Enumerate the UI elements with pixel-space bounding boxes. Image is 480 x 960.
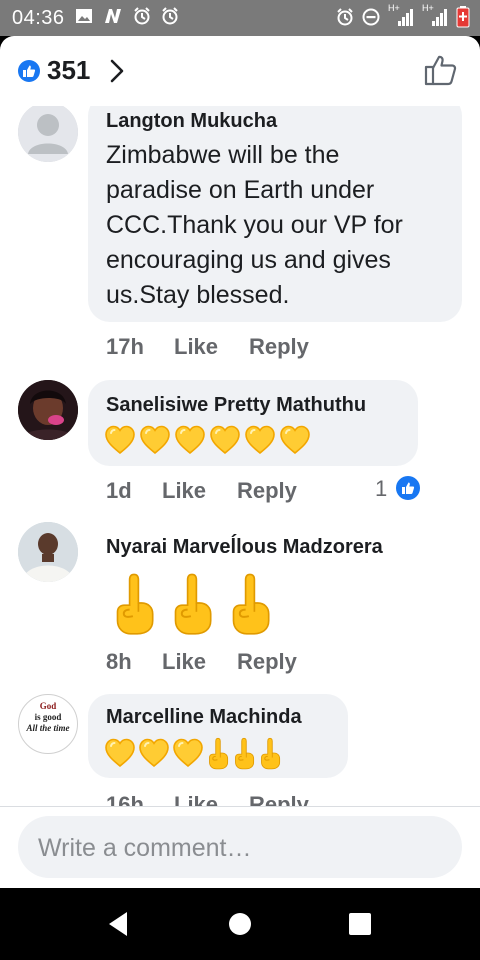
status-time: 04:36 [12,6,65,29]
like-button[interactable]: Like [162,649,206,675]
avatar[interactable]: God is good All the time [18,694,78,754]
system-nav-bar [0,888,480,960]
yellow-heart-icon [104,737,136,769]
yellow-heart-icon [104,424,136,456]
divider [0,806,480,807]
comment-text-line: encouraging us and gives [106,246,391,274]
index-pointing-up-icon [228,570,272,636]
n-app-icon [103,8,123,29]
battery-icon [456,6,470,33]
avatar-text-line: God [39,701,57,711]
reply-button[interactable]: Reply [249,334,309,360]
comment-author[interactable]: Marcelline Machinda [106,706,302,729]
alarm-icon [161,6,179,30]
chevron-right-icon[interactable] [108,58,126,89]
yellow-heart-icon [138,737,170,769]
avatar[interactable] [18,106,78,162]
comment-author[interactable]: Nyarai Marveĺlous Madzorera [106,536,383,559]
comment-time: 8h [106,649,132,674]
comments-sheet: 351 Langton Mukucha Zimbabwe will be the… [0,36,480,888]
yellow-heart-icon [244,424,276,456]
reactions-header[interactable]: 351 [0,36,480,106]
reply-button[interactable]: Reply [237,649,297,675]
reply-button[interactable]: Reply [249,792,309,806]
reply-button[interactable]: Reply [237,478,297,504]
comment-author[interactable]: Langton Mukucha [106,110,277,133]
comment-text-line: paradise on Earth under [106,176,375,204]
yellow-heart-icon [139,424,171,456]
network-label: H+ [422,3,434,13]
home-icon[interactable] [220,904,260,944]
emoji-row [104,736,282,770]
avatar-text-line: All the time [26,723,70,733]
emoji-row [112,570,272,636]
comment-list[interactable]: Langton Mukucha Zimbabwe will be the par… [0,106,480,806]
comment-time: 16h [106,792,144,806]
avatar-text-line: is good [34,712,62,722]
back-icon[interactable] [98,904,138,944]
like-icon [394,474,422,502]
comment-text-line: Zimbabwe will be the [106,141,340,169]
avatar[interactable] [18,522,78,582]
avatar[interactable] [18,380,78,440]
comment-text-line: us.Stay blessed. [106,281,290,309]
signal-icon: H+ [422,3,448,32]
comment-time: 17h [106,334,144,359]
reaction-count: 351 [47,55,91,85]
yellow-heart-icon [209,424,241,456]
comment-author[interactable]: Sanelisiwe Pretty Mathuthu [106,394,366,417]
yellow-heart-icon [174,424,206,456]
yellow-heart-icon [172,737,204,769]
comment-time: 1d [106,478,132,503]
network-label: H+ [388,3,400,13]
yellow-heart-icon [279,424,311,456]
comment-text: Zimbabwe will be the paradise on Earth u… [106,138,456,313]
dnd-icon [362,8,380,31]
thumbs-up-outline-icon[interactable] [424,54,458,91]
index-pointing-up-icon [258,736,282,770]
status-bar: 04:36 H+ H+ [0,0,480,36]
avatar-text: God is good All the time [19,701,77,734]
index-pointing-up-icon [232,736,256,770]
like-button[interactable]: Like [174,334,218,360]
image-icon [75,8,93,29]
comment-text-line: CCC.Thank you our VP for [106,211,403,239]
comment-reaction-count[interactable]: 1 [375,476,387,502]
index-pointing-up-icon [206,736,230,770]
index-pointing-up-icon [112,570,156,636]
emoji-row [104,424,311,456]
comment-input[interactable] [36,816,440,880]
like-button[interactable]: Like [162,478,206,504]
alarm-icon [133,6,151,30]
index-pointing-up-icon [170,570,214,636]
alarm-icon [336,8,354,31]
like-icon [18,60,40,82]
comment-composer[interactable] [18,816,462,880]
recents-icon[interactable] [340,904,380,944]
like-button[interactable]: Like [174,792,218,806]
signal-icon: H+ [388,3,414,32]
